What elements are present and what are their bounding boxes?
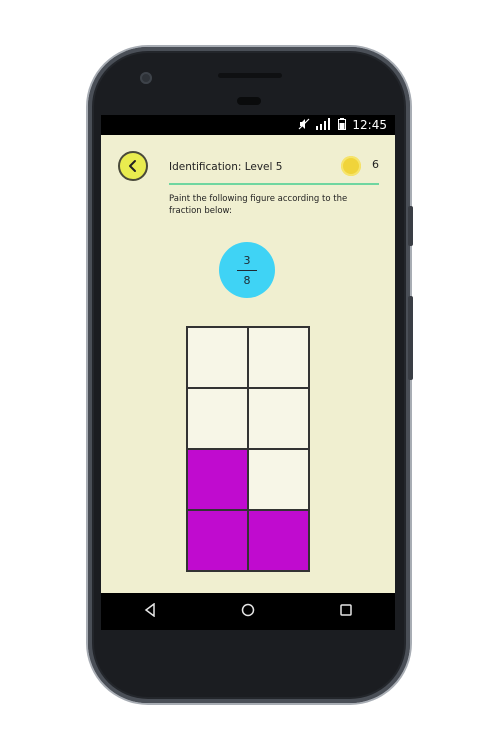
grid-cell[interactable] [187,510,248,571]
triangle-back-icon[interactable] [143,602,157,621]
proximity-sensor [237,97,261,105]
instruction-text: Paint the following figure according to … [169,194,348,216]
grid-cell[interactable] [248,327,309,388]
page-title: Identification: Level 5 [169,161,283,173]
coin-icon [341,156,361,176]
power-button [408,296,413,380]
volume-button [408,206,413,246]
grid-cell[interactable] [248,449,309,510]
fraction-numerator: 3 [243,253,251,267]
status-bar: 12:45 [101,115,395,135]
paint-grid [186,326,310,572]
title-divider [169,183,379,185]
coin-count: 6 [372,158,379,171]
fraction-bubble: 3 8 [219,242,275,298]
grid-cell[interactable] [187,327,248,388]
fraction-bar [237,269,257,271]
battery-icon [338,117,347,133]
earpiece-speaker [218,73,282,78]
grid-cell[interactable] [248,388,309,449]
front-camera [140,72,152,84]
clock: 12:45 [352,118,387,132]
grid-cell[interactable] [187,388,248,449]
app-content: Identification: Level 5 6 Paint the foll… [101,135,395,593]
android-navbar [101,593,395,630]
chevron-left-icon [129,160,136,172]
circle-home-icon[interactable] [241,602,255,621]
square-recents-icon[interactable] [339,602,353,621]
screen: 12:45 Identification: Level 5 6 Paint th… [101,115,395,630]
fraction-denominator: 8 [243,273,251,287]
back-button[interactable] [118,151,148,181]
grid-cell[interactable] [248,510,309,571]
signal-icon [316,117,332,133]
grid-cell[interactable] [187,449,248,510]
mute-icon [298,118,310,133]
